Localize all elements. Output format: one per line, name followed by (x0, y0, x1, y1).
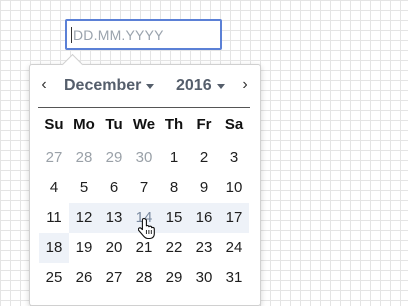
day-cell[interactable]: 27 (39, 143, 69, 173)
day-cell[interactable]: 30 (129, 143, 159, 173)
day-cell[interactable]: 27 (99, 263, 129, 293)
next-month-button[interactable]: › (237, 75, 253, 95)
day-cell[interactable]: 9 (189, 173, 219, 203)
day-cell[interactable]: 16 (189, 203, 219, 233)
day-cell[interactable]: 1 (159, 143, 189, 173)
weekday-header: We (132, 116, 156, 133)
day-cell[interactable]: 4 (39, 173, 69, 203)
prev-month-button[interactable]: ‹ (36, 75, 52, 95)
datepicker-header: ‹ December 2016 › (30, 65, 260, 107)
weekday-header: Tu (105, 116, 123, 133)
date-input-placeholder: DD.MM.YYYY (73, 26, 164, 43)
day-cell[interactable]: 2 (189, 143, 219, 173)
day-cell[interactable]: 3 (219, 143, 249, 173)
calendar-grid: Su Mo Tu We Th Fr Sa 27 28 29 30 1 2 3 4… (39, 113, 249, 293)
day-cell[interactable]: 8 (159, 173, 189, 203)
day-cell[interactable]: 19 (69, 233, 99, 263)
weekday-header: Fr (196, 116, 212, 133)
day-cell[interactable]: 22 (159, 233, 189, 263)
day-cell[interactable]: 12 (69, 203, 99, 233)
day-cell[interactable]: 13 (99, 203, 129, 233)
day-cell[interactable]: 24 (219, 233, 249, 263)
month-select[interactable]: December (64, 77, 155, 95)
day-cell[interactable]: 29 (159, 263, 189, 293)
day-cell[interactable]: 31 (219, 263, 249, 293)
weekday-header: Sa (224, 116, 244, 133)
weekday-header: Su (44, 116, 64, 133)
text-cursor (71, 26, 72, 43)
year-label: 2016 (176, 77, 212, 94)
day-cell[interactable]: 25 (39, 263, 69, 293)
day-cell[interactable]: 10 (219, 173, 249, 203)
day-cell[interactable]: 5 (69, 173, 99, 203)
day-cell[interactable]: 28 (69, 143, 99, 173)
chevron-down-icon (216, 83, 225, 89)
day-cell[interactable]: 17 (219, 203, 249, 233)
day-cell[interactable]: 29 (99, 143, 129, 173)
day-cell[interactable]: 18 (39, 233, 69, 263)
day-cell[interactable]: 7 (129, 173, 159, 203)
header-divider (38, 107, 250, 108)
day-cell[interactable]: 15 (159, 203, 189, 233)
day-cell[interactable]: 28 (129, 263, 159, 293)
chevron-down-icon (146, 83, 155, 89)
month-label: December (64, 77, 142, 94)
weekday-header: Mo (73, 116, 95, 133)
day-cell[interactable]: 20 (99, 233, 129, 263)
day-cell[interactable]: 26 (69, 263, 99, 293)
day-cell[interactable]: 6 (99, 173, 129, 203)
datepicker-popup: ‹ December 2016 › Su Mo Tu We Th Fr Sa 2… (29, 53, 261, 306)
day-cell[interactable]: 23 (189, 233, 219, 263)
date-input[interactable]: DD.MM.YYYY (65, 19, 222, 50)
weekday-header: Th (164, 116, 184, 133)
day-cell[interactable]: 11 (39, 203, 69, 233)
hand-pointer-icon (138, 217, 155, 240)
year-select[interactable]: 2016 (176, 77, 225, 95)
day-cell[interactable]: 30 (189, 263, 219, 293)
